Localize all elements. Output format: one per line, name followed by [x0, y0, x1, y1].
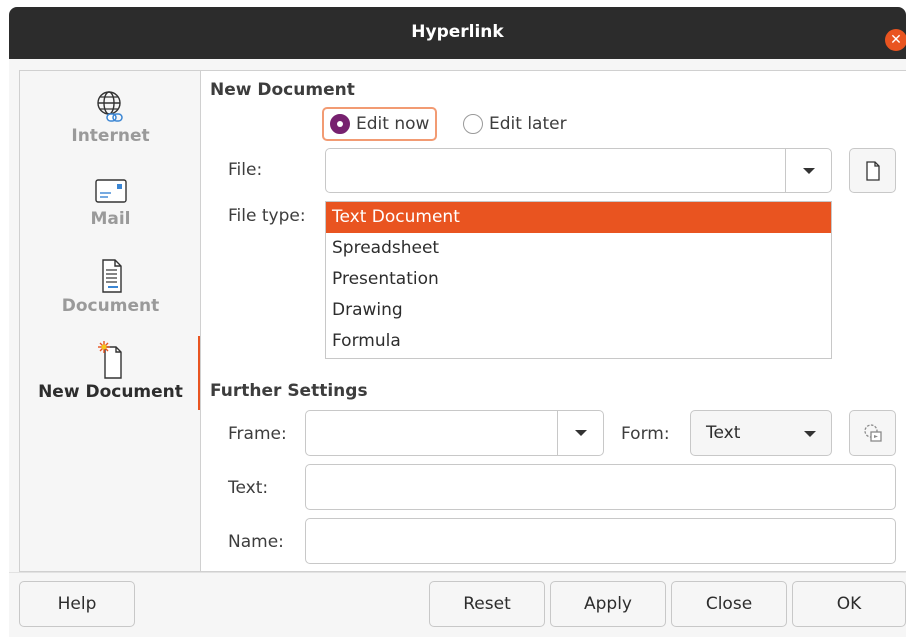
- divider: [9, 572, 906, 573]
- section-heading-further-settings: Further Settings: [210, 381, 368, 401]
- text-field[interactable]: [305, 464, 896, 510]
- form-label: Form:: [621, 424, 670, 444]
- edit-later-radio[interactable]: Edit later: [457, 107, 573, 141]
- close-button[interactable]: Close: [671, 581, 787, 627]
- help-button[interactable]: Help: [19, 581, 135, 627]
- new-document-icon: [97, 341, 122, 379]
- list-item[interactable]: Spreadsheet: [326, 233, 831, 264]
- chevron-down-icon: [574, 430, 587, 436]
- name-label: Name:: [228, 532, 284, 552]
- radio-indicator: [463, 114, 483, 134]
- sidebar-item-mail[interactable]: Mail: [20, 176, 201, 229]
- form-combo[interactable]: Text: [690, 410, 832, 456]
- ok-button[interactable]: OK: [792, 581, 906, 627]
- list-item[interactable]: Text Document: [326, 202, 831, 233]
- new-file-icon: [865, 160, 880, 181]
- frame-label: Frame:: [228, 424, 287, 444]
- sidebar-item-label: New Document: [38, 382, 183, 402]
- file-combo[interactable]: [325, 148, 832, 193]
- events-button[interactable]: [849, 410, 896, 456]
- sidebar-item-label: Internet: [71, 126, 150, 146]
- list-item[interactable]: Presentation: [326, 264, 831, 295]
- close-icon[interactable]: ✕: [885, 29, 906, 51]
- edit-later-label: Edit later: [489, 114, 567, 134]
- list-item[interactable]: Formula: [326, 326, 831, 357]
- chevron-down-icon: [802, 167, 815, 174]
- chevron-down-icon: [804, 431, 816, 437]
- sidebar-item-label: Document: [61, 296, 160, 316]
- frame-combo[interactable]: [305, 410, 604, 456]
- select-path-button[interactable]: [849, 148, 896, 193]
- section-heading-new-document: New Document: [210, 80, 355, 100]
- radio-indicator: [330, 114, 350, 134]
- list-item[interactable]: Drawing: [326, 295, 831, 326]
- file-type-label: File type:: [228, 206, 306, 226]
- reset-button[interactable]: Reset: [429, 581, 545, 627]
- edit-now-label: Edit now: [356, 114, 430, 134]
- file-type-list[interactable]: Text Document Spreadsheet Presentation D…: [325, 201, 832, 359]
- frame-dropdown-button[interactable]: [557, 411, 603, 455]
- sidebar-item-new-document[interactable]: New Document: [20, 339, 201, 402]
- document-icon: [101, 259, 122, 293]
- form-value: Text: [706, 423, 741, 443]
- sidebar-item-document[interactable]: Document: [20, 257, 201, 316]
- macro-events-icon: [863, 424, 882, 442]
- text-label: Text:: [228, 478, 269, 498]
- mail-icon: [94, 179, 127, 203]
- window-title: Hyperlink: [411, 22, 504, 42]
- globe-link-icon: [96, 91, 123, 122]
- file-dropdown-button[interactable]: [785, 149, 831, 192]
- edit-now-radio[interactable]: Edit now: [322, 107, 438, 141]
- title-bar: Hyperlink ✕: [9, 7, 906, 59]
- apply-button[interactable]: Apply: [550, 581, 666, 627]
- sidebar-item-internet[interactable]: Internet: [20, 89, 201, 146]
- sidebar: Internet Mail Document New Document: [19, 70, 200, 572]
- file-label: File:: [228, 160, 263, 180]
- sidebar-item-label: Mail: [90, 209, 131, 229]
- name-field[interactable]: [305, 518, 896, 564]
